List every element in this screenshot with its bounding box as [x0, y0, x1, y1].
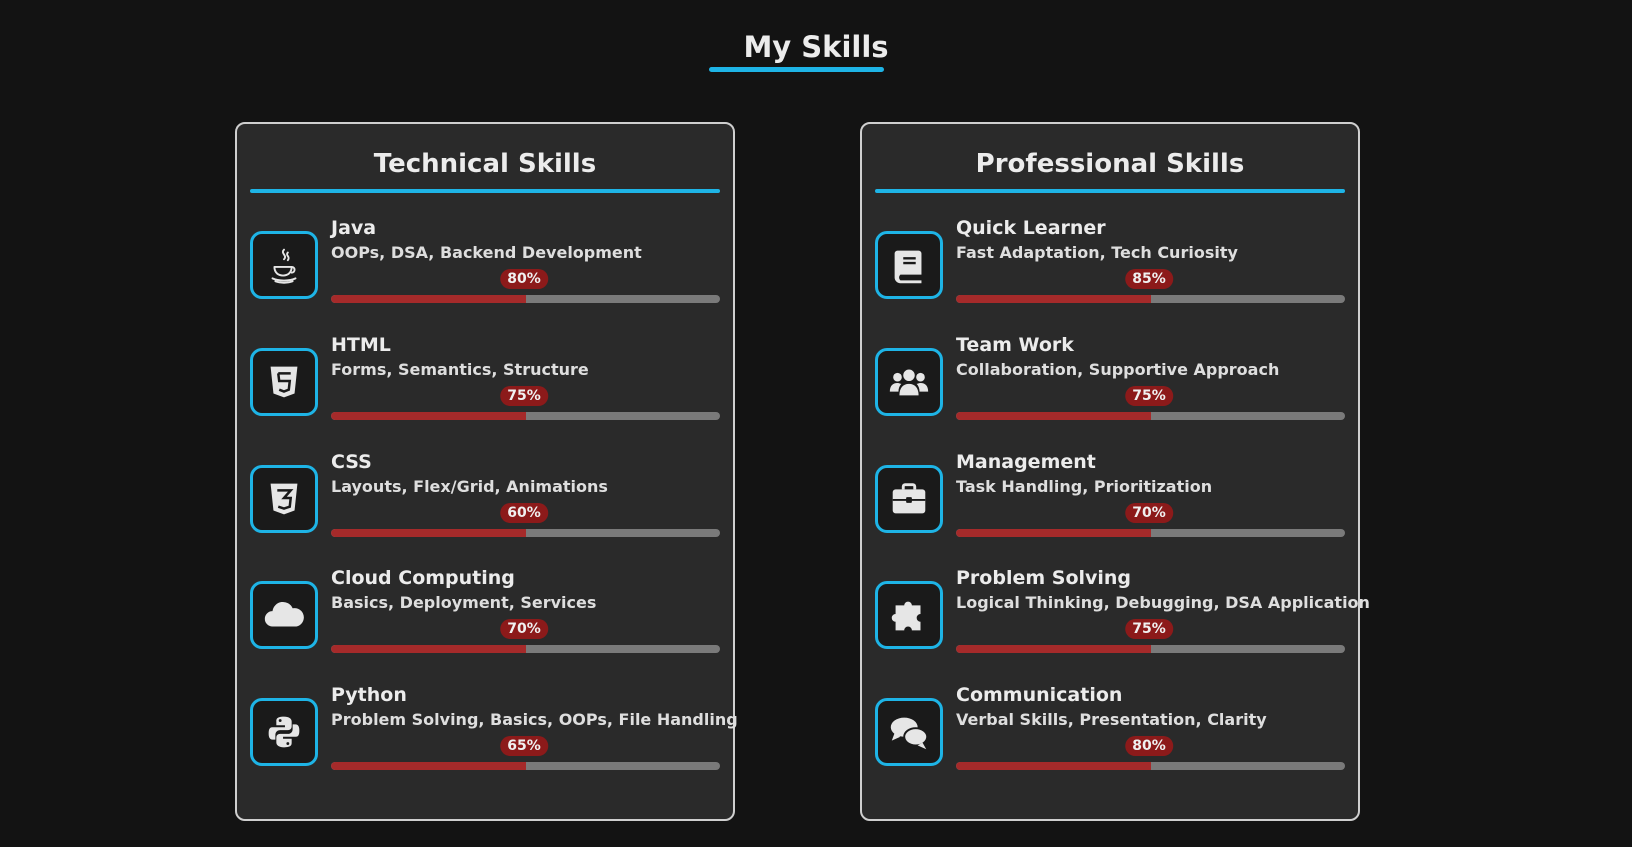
skill-desc: Verbal Skills, Presentation, Clarity: [956, 710, 1267, 729]
skill-name: HTML: [331, 334, 391, 356]
skill-name: Management: [956, 451, 1096, 473]
skill-desc: Layouts, Flex/Grid, Animations: [331, 477, 608, 496]
percent-badge: 60%: [500, 503, 548, 523]
percent-badge: 75%: [500, 386, 548, 406]
progress-fill: [956, 529, 1151, 537]
progress-fill: [956, 295, 1151, 303]
progress-fill: [331, 295, 526, 303]
skill-desc: Forms, Semantics, Structure: [331, 360, 589, 379]
skill-name: Quick Learner: [956, 217, 1106, 239]
skill-team-work: Team Work Collaboration, Supportive Appr…: [875, 332, 1345, 432]
html5-icon: [250, 348, 318, 416]
skill-communication: Communication Verbal Skills, Presentatio…: [875, 682, 1345, 782]
progress-fill: [331, 762, 526, 770]
briefcase-icon: [875, 465, 943, 533]
percent-badge: 75%: [1125, 619, 1173, 639]
puzzle-icon: [875, 581, 943, 649]
users-icon: [875, 348, 943, 416]
book-icon: [875, 231, 943, 299]
card-underline: [875, 189, 1345, 193]
percent-badge: 80%: [1125, 736, 1173, 756]
progress-fill: [956, 412, 1151, 420]
percent-badge: 65%: [500, 736, 548, 756]
skill-name: Communication: [956, 684, 1123, 706]
skill-name: Team Work: [956, 334, 1074, 356]
skill-name: Problem Solving: [956, 567, 1132, 589]
skill-name: CSS: [331, 451, 372, 473]
skill-cloud-computing: Cloud Computing Basics, Deployment, Serv…: [250, 565, 720, 665]
progress-bar: [956, 529, 1345, 537]
card-title: Technical Skills: [373, 149, 597, 179]
progress-bar: [331, 762, 720, 770]
skill-java: Java OOPs, DSA, Backend Development 80%: [250, 215, 720, 315]
skill-desc: Logical Thinking, Debugging, DSA Applica…: [956, 593, 1370, 612]
skill-desc: Basics, Deployment, Services: [331, 593, 597, 612]
skill-css: CSS Layouts, Flex/Grid, Animations 60%: [250, 449, 720, 549]
progress-bar: [956, 295, 1345, 303]
skill-desc: Collaboration, Supportive Approach: [956, 360, 1280, 379]
skill-html: HTML Forms, Semantics, Structure 75%: [250, 332, 720, 432]
progress-fill: [956, 645, 1151, 653]
skill-problem-solving: Problem Solving Logical Thinking, Debugg…: [875, 565, 1370, 665]
progress-bar: [956, 645, 1345, 653]
python-icon: [250, 698, 318, 766]
percent-badge: 85%: [1125, 269, 1173, 289]
skill-desc: OOPs, DSA, Backend Development: [331, 243, 642, 262]
card-underline: [250, 189, 720, 193]
skill-management: Management Task Handling, Prioritization…: [875, 449, 1345, 549]
professional-skills-card: Professional Skills Quick Learner Fast A…: [860, 122, 1370, 821]
skill-name: Java: [331, 217, 377, 239]
percent-badge: 70%: [500, 619, 548, 639]
progress-bar: [331, 295, 720, 303]
percent-badge: 75%: [1125, 386, 1173, 406]
skill-name: Python: [331, 684, 407, 706]
progress-fill: [331, 645, 526, 653]
progress-bar: [331, 645, 720, 653]
css3-icon: [250, 465, 318, 533]
skill-desc: Fast Adaptation, Tech Curiosity: [956, 243, 1238, 262]
skill-quick-learner: Quick Learner Fast Adaptation, Tech Curi…: [875, 215, 1345, 315]
progress-fill: [331, 412, 526, 420]
progress-bar: [956, 412, 1345, 420]
skills-page: My Skills Technical Skills Java OOPs, DS…: [0, 0, 1632, 847]
comments-icon: [875, 698, 943, 766]
progress-bar: [331, 412, 720, 420]
progress-fill: [956, 762, 1151, 770]
skill-desc: Task Handling, Prioritization: [956, 477, 1213, 496]
card-title: Professional Skills: [975, 149, 1245, 179]
progress-fill: [331, 529, 526, 537]
cloud-icon: [250, 581, 318, 649]
progress-bar: [956, 762, 1345, 770]
skill-python: Python Problem Solving, Basics, OOPs, Fi…: [250, 682, 738, 782]
page-title: My Skills: [743, 30, 889, 64]
progress-bar: [331, 529, 720, 537]
percent-badge: 80%: [500, 269, 548, 289]
skill-name: Cloud Computing: [331, 567, 515, 589]
technical-skills-card: Technical Skills Java OOPs, DSA, Backend…: [235, 122, 738, 821]
percent-badge: 70%: [1125, 503, 1173, 523]
java-icon: [250, 231, 318, 299]
title-underline: [709, 67, 884, 72]
skill-desc: Problem Solving, Basics, OOPs, File Hand…: [331, 710, 738, 729]
